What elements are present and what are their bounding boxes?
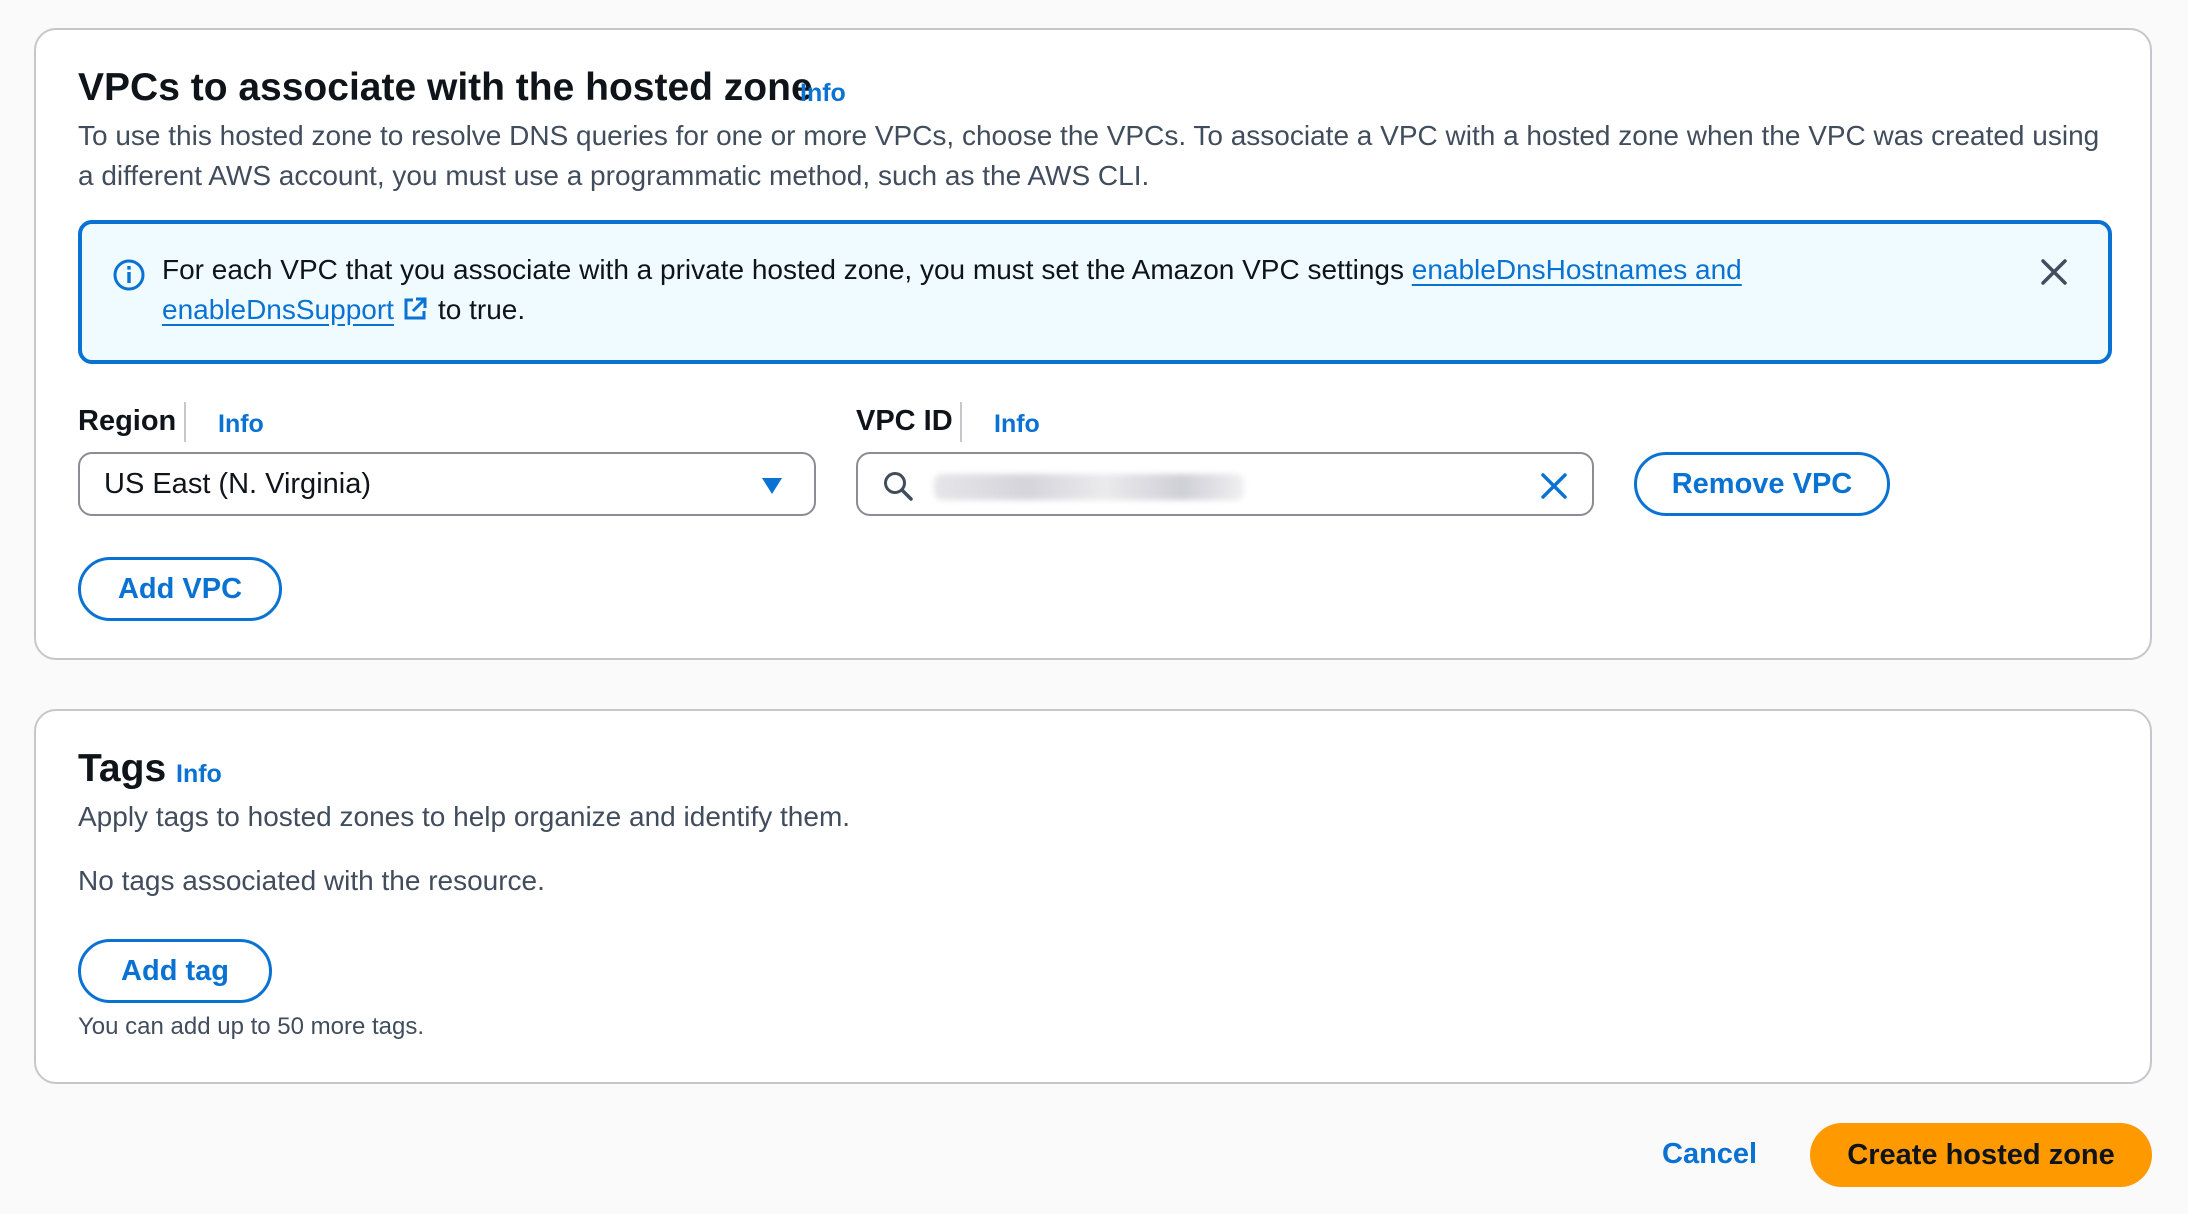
vpc-id-input[interactable]: vpc-0123456789abcdef0 [856, 452, 1594, 516]
clear-input-icon[interactable] [1538, 470, 1570, 502]
alert-text-after: to true. [437, 294, 526, 325]
close-icon[interactable] [2036, 254, 2072, 290]
alert-message: For each VPC that you associate with a p… [162, 250, 1822, 330]
add-vpc-button[interactable]: Add VPC [78, 557, 282, 621]
vpc-section-info-link[interactable]: Info [800, 79, 846, 108]
external-link-icon[interactable] [402, 296, 428, 322]
vpc-id-label: VPC ID [856, 405, 953, 437]
vpc-section-description: To use this hosted zone to resolve DNS q… [78, 120, 2100, 191]
create-hosted-zone-button[interactable]: Create hosted zone [1810, 1123, 2152, 1187]
tags-section-description: Apply tags to hosted zones to help organ… [78, 801, 851, 832]
cancel-button[interactable]: Cancel [1662, 1138, 1757, 1171]
vpc-id-info-link[interactable]: Info [994, 410, 1040, 439]
tags-empty-text: No tags associated with the resource. [78, 865, 545, 896]
tags-info-link[interactable]: Info [176, 760, 222, 789]
caret-down-icon [762, 478, 782, 494]
remove-vpc-button[interactable]: Remove VPC [1634, 452, 1890, 516]
region-select-value: US East (N. Virginia) [104, 468, 371, 500]
region-info-link[interactable]: Info [218, 410, 264, 439]
alert-text-before: For each VPC that you associate with a p… [162, 254, 1412, 285]
add-tag-button[interactable]: Add tag [78, 939, 272, 1003]
region-label: Region [78, 405, 177, 437]
search-icon [884, 472, 913, 501]
tags-limit-hint: You can add up to 50 more tags. [78, 1013, 425, 1040]
tags-panel: Tags Info Apply tags to hosted zones to … [34, 709, 2152, 1084]
vpc-section-title: VPCs to associate with the hosted zone [78, 66, 813, 109]
vpc-association-panel: VPCs to associate with the hosted zone I… [34, 28, 2152, 660]
vpc-id-label-divider [960, 402, 962, 442]
region-label-divider [184, 402, 186, 442]
vpc-id-value-redacted: vpc-0123456789abcdef0 [934, 474, 1244, 500]
info-circle-icon [113, 259, 145, 291]
dns-settings-alert: For each VPC that you associate with a p… [78, 220, 2112, 364]
tags-section-title: Tags [78, 747, 167, 790]
region-select[interactable]: US East (N. Virginia) [78, 452, 816, 516]
